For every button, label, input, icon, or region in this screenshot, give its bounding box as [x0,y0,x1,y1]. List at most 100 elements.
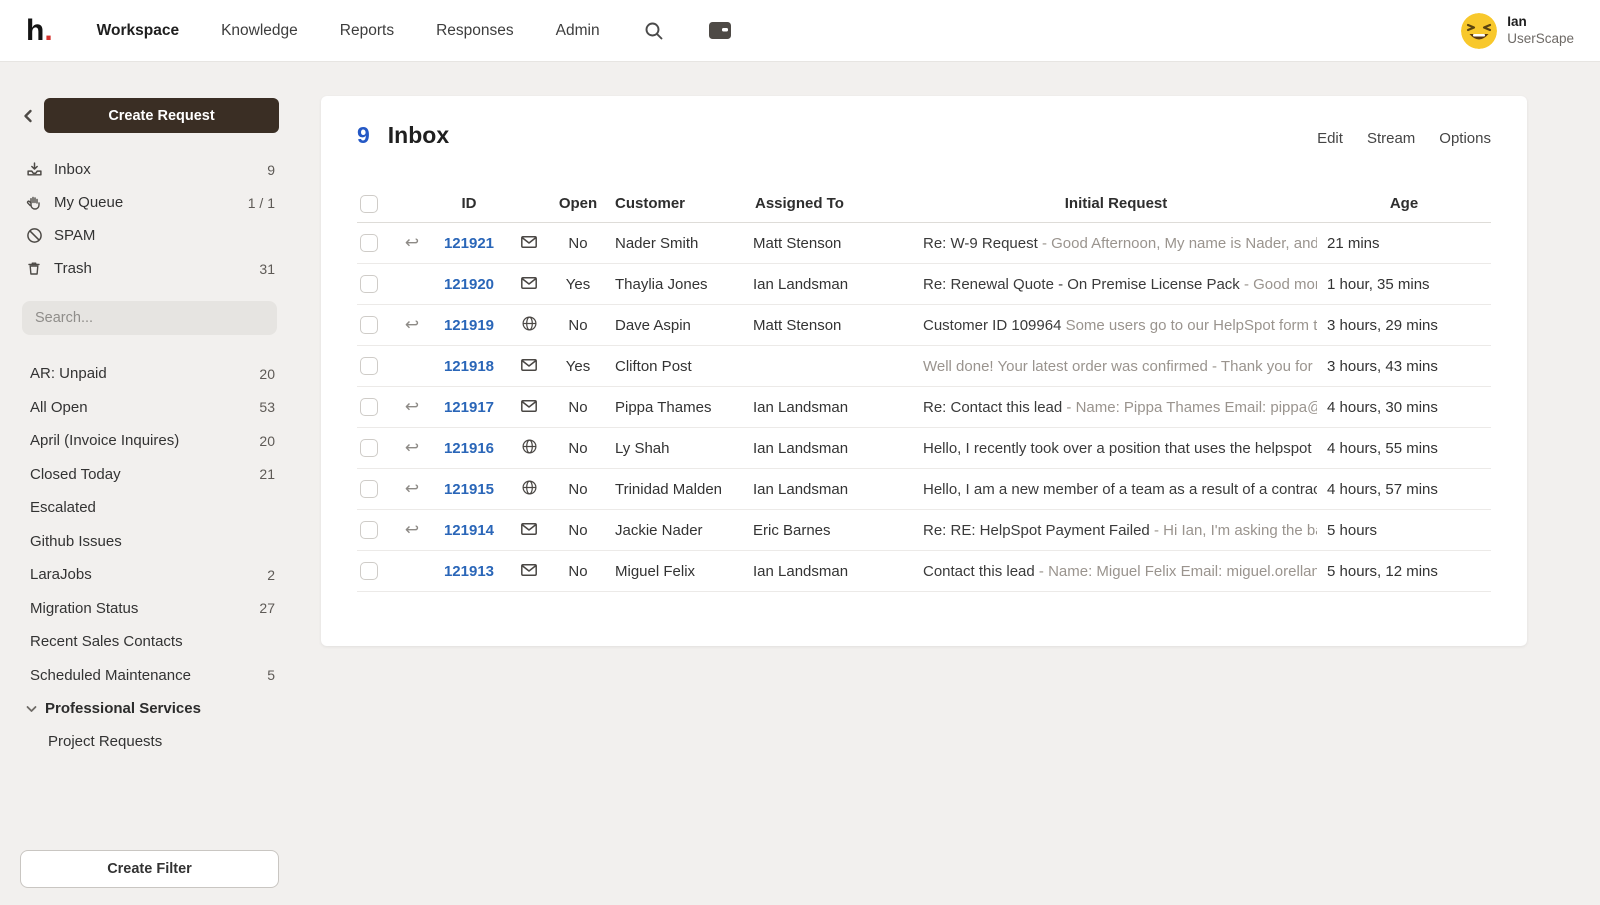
request-subject: Re: W-9 Request [923,235,1038,252]
top-navbar: h. Workspace Knowledge Reports Responses… [0,0,1600,62]
table-row[interactable]: ↩ 121915 [357,469,1491,510]
sidebar-filter-item[interactable]: AR: Unpaid 20 [0,357,299,391]
row-checkbox[interactable] [360,275,378,293]
row-checkbox[interactable] [360,357,378,375]
filter-count: 20 [259,366,275,382]
row-checkbox[interactable] [360,398,378,416]
mail-icon [521,522,537,539]
table-row[interactable]: ↩ 121914 [357,510,1491,551]
open-status: No [549,399,607,416]
row-checkbox[interactable] [360,234,378,252]
sidebar-item-inbox[interactable]: Inbox 9 [0,153,299,186]
customer-name: Ly Shah [607,440,747,457]
table-row[interactable]: ↩ 121913 [357,551,1491,592]
sidebar-filter-item[interactable]: Scheduled Maintenance 5 [0,659,299,693]
sidebar: Create Request Inbox 9 [0,62,299,905]
table-row[interactable]: ↩ 121917 [357,387,1491,428]
wallet-icon[interactable] [708,21,732,40]
select-all-checkbox[interactable] [360,195,378,213]
table-row[interactable]: ↩ 121918 [357,346,1491,387]
table-row[interactable]: ↩ 121916 [357,428,1491,469]
customer-name: Nader Smith [607,235,747,252]
open-status: No [549,481,607,498]
row-checkbox[interactable] [360,480,378,498]
request-age: 5 hours [1317,522,1491,539]
col-header-customer: Customer [607,195,747,212]
search-icon[interactable] [644,21,664,41]
request-id-link[interactable]: 121913 [444,563,494,580]
request-id-link[interactable]: 121918 [444,358,494,375]
assigned-to: Ian Landsman [747,276,915,293]
request-subject: Contact this lead [923,563,1035,580]
sidebar-filter-item[interactable]: All Open 53 [0,391,299,425]
request-id-link[interactable]: 121919 [444,317,494,334]
header-action-link[interactable]: Options [1439,130,1491,147]
sidebar-filter-item[interactable]: Github Issues [0,525,299,559]
sidebar-item-project-requests[interactable]: Project Requests [0,725,299,757]
filter-label: April (Invoice Inquires) [30,432,259,449]
row-checkbox[interactable] [360,316,378,334]
child-label: Project Requests [48,733,162,750]
filter-label: Scheduled Maintenance [30,667,267,684]
collapse-sidebar-icon[interactable] [22,109,34,123]
request-preview: - Good Afternoon, My name is Nader, and … [1038,235,1317,252]
create-filter-button[interactable]: Create Filter [20,850,279,888]
customer-name: Miguel Felix [607,563,747,580]
header-actions: Edit Stream Options [1317,130,1491,147]
request-id-link[interactable]: 121917 [444,399,494,416]
sidebar-search-input[interactable] [22,301,277,335]
table-row[interactable]: ↩ 121921 [357,223,1491,264]
initial-request: Re: Contact this lead - Name: Pippa Tham… [915,399,1317,416]
nav-item-admin[interactable]: Admin [556,22,600,40]
customer-name: Clifton Post [607,358,747,375]
request-id-link[interactable]: 121916 [444,440,494,457]
sidebar-group-professional-services[interactable]: Professional Services [0,692,299,725]
nav-item-workspace[interactable]: Workspace [97,22,179,40]
header-action-link[interactable]: Stream [1367,130,1415,147]
reply-icon: ↩ [405,480,419,498]
sidebar-item-trash[interactable]: Trash 31 [0,252,299,285]
app-logo[interactable]: h. [26,16,53,46]
header-action-link[interactable]: Edit [1317,130,1343,147]
row-checkbox[interactable] [360,562,378,580]
row-checkbox[interactable] [360,521,378,539]
table-header-row: ID Open Customer Assigned To Initial Req… [357,185,1491,223]
sidebar-filter-item[interactable]: Closed Today 21 [0,458,299,492]
assigned-to: Ian Landsman [747,399,915,416]
sidebar-item-spam[interactable]: SPAM [0,219,299,252]
sidebar-item-label: SPAM [54,227,275,244]
reply-icon: ↩ [405,316,419,334]
user-menu[interactable]: Ian UserScape [1461,13,1574,49]
row-checkbox[interactable] [360,439,378,457]
sidebar-filter-item[interactable]: Escalated [0,491,299,525]
request-preview: - Name: Pippa Thames Email: pippa@r... [1062,399,1317,416]
request-id-link[interactable]: 121914 [444,522,494,539]
filter-label: Github Issues [30,533,275,550]
nav-item-responses[interactable]: Responses [436,22,514,40]
nav-item-reports[interactable]: Reports [340,22,394,40]
mail-icon [521,563,537,580]
assigned-to: Eric Barnes [747,522,915,539]
create-request-button[interactable]: Create Request [44,98,279,133]
initial-request: Contact this lead - Name: Miguel Felix E… [915,563,1317,580]
sidebar-filter-item[interactable]: April (Invoice Inquires) 20 [0,424,299,458]
chevron-down-icon [26,700,37,718]
table-row[interactable]: ↩ 121920 [357,264,1491,305]
reply-icon: ↩ [405,398,419,416]
nav-item-knowledge[interactable]: Knowledge [221,22,298,40]
request-subject: Re: Contact this lead [923,399,1062,416]
table-row[interactable]: ↩ 121919 [357,305,1491,346]
sidebar-item-label: Trash [54,260,259,277]
sidebar-item-my-queue[interactable]: My Queue 1 / 1 [0,186,299,219]
request-id-link[interactable]: 121915 [444,481,494,498]
open-status: Yes [549,276,607,293]
sidebar-filter-item[interactable]: LaraJobs 2 [0,558,299,592]
sidebar-filter-item[interactable]: Migration Status 27 [0,592,299,626]
reply-icon: ↩ [405,439,419,457]
sidebar-filter-item[interactable]: Recent Sales Contacts [0,625,299,659]
request-id-link[interactable]: 121921 [444,235,494,252]
sidebar-item-label: Inbox [54,161,267,178]
assigned-to: Matt Stenson [747,317,915,334]
request-id-link[interactable]: 121920 [444,276,494,293]
filter-count: 20 [259,433,275,449]
